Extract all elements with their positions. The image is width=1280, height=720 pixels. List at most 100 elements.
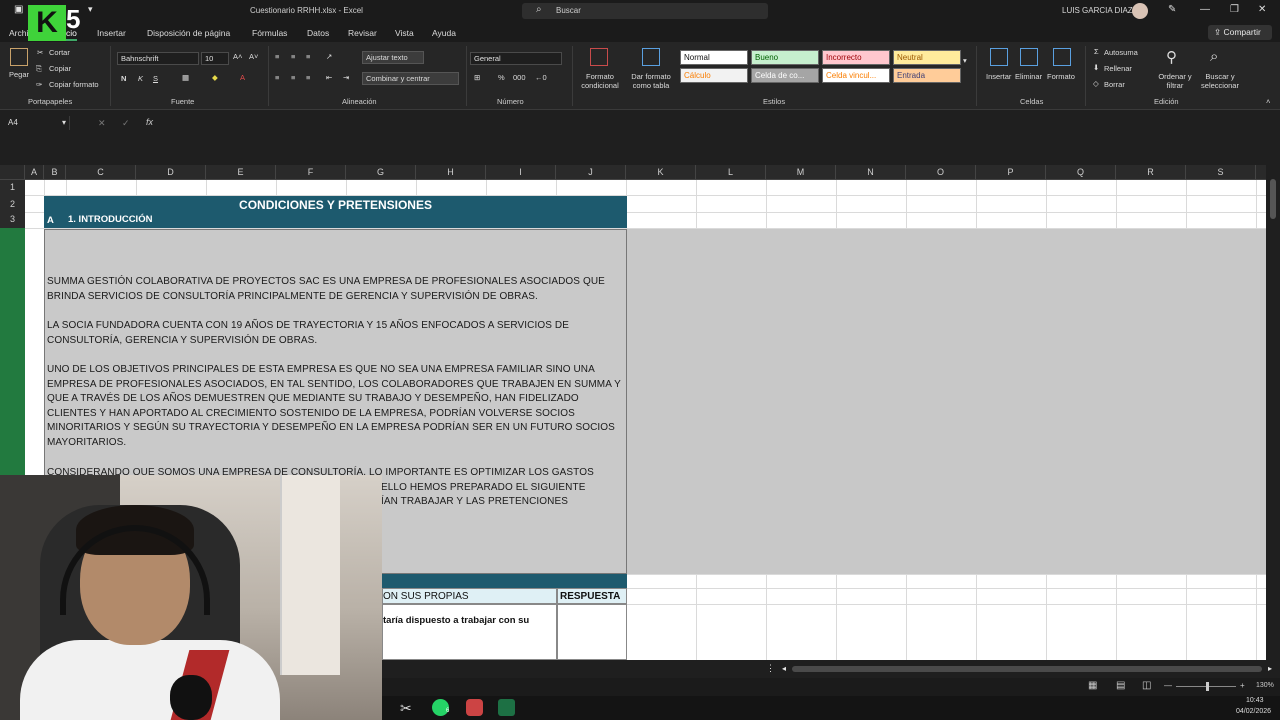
tab-vista[interactable]: Vista: [395, 28, 414, 38]
selected-range[interactable]: [627, 229, 1266, 574]
col-header-p[interactable]: P: [976, 165, 1046, 180]
scroll-left-icon[interactable]: ◂: [782, 664, 786, 673]
answer-cell[interactable]: [557, 604, 627, 660]
conditional-format-button[interactable]: Formato condicional: [578, 72, 622, 90]
collapse-ribbon-icon[interactable]: ˄: [1266, 97, 1270, 106]
italic-icon[interactable]: K: [138, 74, 143, 83]
questions-banner[interactable]: [382, 574, 627, 588]
avatar[interactable]: [1132, 3, 1148, 19]
format-painter-icon[interactable]: ✑: [36, 80, 42, 89]
select-all-corner[interactable]: [0, 165, 25, 180]
customize-toolbar-icon[interactable]: ▾: [88, 4, 93, 15]
scroll-right-icon[interactable]: ▸: [1268, 664, 1272, 673]
style-incorrecto[interactable]: Incorrecto: [822, 50, 890, 65]
comma-icon[interactable]: 000: [513, 73, 526, 82]
conditional-format-icon[interactable]: [590, 48, 608, 66]
align-middle-icon[interactable]: ≡: [291, 52, 295, 61]
tab-insertar[interactable]: Insertar: [97, 28, 126, 38]
col-header-q[interactable]: Q: [1046, 165, 1116, 180]
increase-font-icon[interactable]: A˄: [233, 52, 242, 61]
copy-icon[interactable]: ⎘: [36, 64, 42, 74]
tab-revisar[interactable]: Revisar: [348, 28, 377, 38]
tab-ayuda[interactable]: Ayuda: [432, 28, 456, 38]
wrap-text-button[interactable]: Ajustar texto: [362, 51, 424, 64]
clear-icon[interactable]: ◇: [1093, 79, 1099, 88]
col-header-n[interactable]: N: [836, 165, 906, 180]
col-header-k[interactable]: K: [626, 165, 696, 180]
cut-button[interactable]: Cortar: [49, 48, 70, 57]
delete-cells-button[interactable]: Eliminar: [1015, 72, 1042, 81]
zoom-slider-thumb[interactable]: [1206, 682, 1209, 691]
insert-cells-icon[interactable]: [990, 48, 1008, 66]
tab-formulas[interactable]: Fórmulas: [252, 28, 287, 38]
style-normal[interactable]: Normal: [680, 50, 748, 65]
style-entrada[interactable]: Entrada: [893, 68, 961, 83]
page-title[interactable]: CONDICIONES Y PRETENSIONES: [44, 196, 627, 213]
col-header-i[interactable]: I: [486, 165, 556, 180]
percent-icon[interactable]: %: [498, 73, 505, 82]
align-top-icon[interactable]: ≡: [275, 52, 279, 61]
sort-filter-button[interactable]: Ordenar y filtrar: [1156, 72, 1194, 90]
fill-icon[interactable]: ⬇: [1093, 63, 1099, 72]
align-center-icon[interactable]: ≡: [291, 73, 295, 82]
row-header-2[interactable]: 2: [0, 199, 25, 209]
styles-more-icon[interactable]: ▾: [963, 56, 967, 65]
zoom-in-icon[interactable]: +: [1240, 681, 1245, 690]
style-celda-comprobacion[interactable]: Celda de co...: [751, 68, 819, 83]
copy-button[interactable]: Copiar: [49, 64, 71, 73]
format-table-icon[interactable]: [642, 48, 660, 66]
font-size-select[interactable]: 10: [201, 52, 229, 65]
col-header-d[interactable]: D: [136, 165, 206, 180]
bold-icon[interactable]: N: [121, 74, 126, 83]
tab-datos[interactable]: Datos: [307, 28, 329, 38]
style-celda-vinculada[interactable]: Celda vincul...: [822, 68, 890, 83]
col-header-b[interactable]: B: [44, 165, 66, 180]
scroll-thumb[interactable]: [1270, 179, 1276, 219]
enter-icon[interactable]: ✓: [122, 118, 130, 129]
col-header-s[interactable]: S: [1186, 165, 1256, 180]
increase-indent-icon[interactable]: ⇥: [343, 73, 349, 82]
col-header-l[interactable]: L: [696, 165, 766, 180]
app-icon[interactable]: [466, 699, 483, 716]
col-header-r[interactable]: R: [1116, 165, 1186, 180]
name-box[interactable]: A4 ▾: [4, 116, 70, 130]
font-color-icon[interactable]: A: [240, 73, 245, 82]
scroll-thumb[interactable]: [792, 666, 1262, 672]
fill-button[interactable]: Rellenar: [1104, 64, 1132, 73]
minimize-icon[interactable]: —: [1200, 4, 1210, 15]
currency-icon[interactable]: ⊞: [474, 73, 480, 82]
decrease-font-icon[interactable]: A˅: [249, 52, 258, 61]
col-header-g[interactable]: G: [346, 165, 416, 180]
tab-disposicion[interactable]: Disposición de página: [147, 28, 230, 38]
format-painter-button[interactable]: Copiar formato: [49, 80, 99, 89]
format-cells-icon[interactable]: [1053, 48, 1071, 66]
formula-input[interactable]: [166, 113, 1266, 133]
zoom-level[interactable]: 130%: [1256, 682, 1274, 689]
find-icon[interactable]: ⌕: [1210, 48, 1218, 65]
excel-icon[interactable]: [498, 699, 515, 716]
number-format-select[interactable]: General: [470, 52, 562, 65]
sort-filter-icon[interactable]: ⚲: [1166, 48, 1177, 66]
align-right-icon[interactable]: ≡: [306, 73, 310, 82]
autosum-icon[interactable]: Σ: [1094, 47, 1099, 56]
splitter-icon[interactable]: ⋮: [766, 663, 775, 674]
close-icon[interactable]: ✕: [1258, 4, 1266, 15]
page-layout-icon[interactable]: ▤: [1116, 680, 1125, 691]
font-name-select[interactable]: Bahnschrift: [117, 52, 199, 65]
align-bottom-icon[interactable]: ≡: [306, 52, 310, 61]
autosave-icon[interactable]: ▣: [14, 4, 23, 15]
clear-button[interactable]: Borrar: [1104, 80, 1125, 89]
answer-header-cell[interactable]: RESPUESTA: [557, 588, 627, 604]
vertical-scrollbar[interactable]: [1266, 165, 1280, 660]
section-header[interactable]: A 1. INTRODUCCIÓN: [44, 213, 627, 228]
capcut-icon[interactable]: ✂: [400, 700, 412, 717]
normal-view-icon[interactable]: ▦: [1088, 680, 1097, 691]
question-cell[interactable]: taría dispuesto a trabajar con su: [382, 604, 557, 660]
col-header-f[interactable]: F: [276, 165, 346, 180]
fill-color-icon[interactable]: ◆: [212, 73, 218, 82]
col-header-a[interactable]: A: [25, 165, 44, 180]
format-table-button[interactable]: Dar formato como tabla: [626, 72, 676, 90]
style-bueno[interactable]: Bueno: [751, 50, 819, 65]
style-neutral[interactable]: Neutral: [893, 50, 961, 65]
col-header-m[interactable]: M: [766, 165, 836, 180]
